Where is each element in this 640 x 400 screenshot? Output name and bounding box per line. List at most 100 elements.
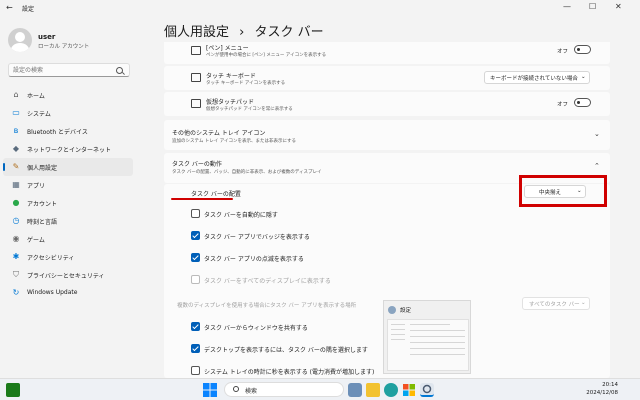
breadcrumb-separator: › <box>239 25 245 40</box>
option-checkbox[interactable] <box>191 231 200 240</box>
pen-menu-row: [ペン] メニュー ペンが使用中の場合に [ペン] メニュー アイコンを表示する… <box>164 42 610 64</box>
sidebar-item[interactable]: ▭ システム <box>3 104 133 122</box>
touch-keyboard-row: タッチ キーボード タッチ キーボード アイコンを表示する キーボードが接続され… <box>164 66 610 90</box>
chevron-up-icon: ⌃ <box>594 162 600 170</box>
window-title: 設定 <box>22 6 35 13</box>
pen-menu-state: オフ <box>557 49 569 55</box>
avatar[interactable] <box>8 28 32 52</box>
chevron-down-icon: ⌄ <box>594 130 600 138</box>
task-view-icon[interactable] <box>348 383 362 397</box>
maximize-icon[interactable]: ☐ <box>589 2 596 11</box>
touch-keyboard-dropdown[interactable]: キーボードが接続されていない場合 ⌄ <box>484 71 590 84</box>
sidebar-item-label: Windows Update <box>27 289 78 296</box>
search-icon <box>233 386 239 392</box>
virtual-touchpad-title: 仮想タッチパッド <box>206 99 255 106</box>
virtual-touchpad-toggle[interactable] <box>574 98 591 107</box>
touchpad-icon <box>191 99 201 108</box>
bluetooth-icon: ʙ <box>13 126 19 135</box>
sidebar-item-label: 個人用設定 <box>27 165 58 172</box>
sidebar-item-label: アプリ <box>27 183 46 190</box>
apps-icon: ▦ <box>12 180 20 189</box>
option-checkbox[interactable] <box>191 322 200 331</box>
sidebar-item[interactable]: ✱ アクセシビリティ <box>3 248 133 266</box>
minimize-icon[interactable]: — <box>563 2 571 11</box>
sidebar-item[interactable]: ↻ Windows Update <box>3 284 133 302</box>
search-icon[interactable] <box>116 67 123 74</box>
user-name: user <box>38 33 56 41</box>
option-checkbox[interactable] <box>191 275 200 284</box>
back-arrow-icon[interactable]: ← <box>6 3 13 12</box>
taskbar-search-label: 検索 <box>245 388 258 395</box>
option-checkbox[interactable] <box>191 344 200 353</box>
widgets-icon[interactable] <box>6 383 20 397</box>
behaviors-title: タスク バーの動作 <box>172 161 222 168</box>
title-bar: ← 設定 — ☐ ✕ <box>0 0 640 16</box>
file-explorer-icon[interactable] <box>366 383 380 397</box>
sidebar-nav: ⌂ ホーム ▭ システム ʙ Bluetooth とデバイス ◆ ネットワークとインターネット… <box>3 86 133 302</box>
sidebar-item-label: Bluetooth とデバイス <box>27 129 88 136</box>
preview-title: 設定 <box>400 308 412 314</box>
sidebar-item[interactable]: ⛉ プライバシーとセキュリティ <box>3 266 133 284</box>
other-tray-subtitle: 追加のシステム トレイ アイコンを表示、または非表示にする <box>172 139 297 144</box>
taskbar-search[interactable]: 検索 <box>224 382 344 397</box>
sidebar-item[interactable]: ʙ Bluetooth とデバイス <box>3 122 133 140</box>
touch-keyboard-subtitle: タッチ キーボード アイコンを表示する <box>206 81 286 86</box>
game-icon: ◉ <box>12 234 20 243</box>
highlight-underline <box>171 198 233 200</box>
option-label: タスク バーを自動的に隠す <box>204 212 278 219</box>
virtual-touchpad-row: 仮想タッチパッド 仮想タッチパッド アイコンを常に表示する オフ <box>164 92 610 116</box>
account-icon: ● <box>12 198 20 207</box>
sidebar-item-label: プライバシーとセキュリティ <box>27 273 105 280</box>
sidebar-item[interactable]: ⌂ ホーム <box>3 86 133 104</box>
window-thumbnail-preview[interactable]: 設定 <box>383 300 471 374</box>
other-tray-icons-header[interactable]: その他のシステム トレイ アイコン 追加のシステム トレイ アイコンを表示、また… <box>164 120 610 150</box>
clock-date[interactable]: 2024/12/08 <box>574 390 618 396</box>
close-icon[interactable]: ✕ <box>615 2 622 11</box>
keyboard-icon <box>191 73 201 82</box>
option-label: タスク バーをすべてのディスプレイに表示する <box>204 278 331 285</box>
page-title: 個人用設定 › タスク バー <box>164 21 324 40</box>
breadcrumb-parent[interactable]: 個人用設定 <box>164 25 229 40</box>
option-checkbox[interactable] <box>191 366 200 375</box>
sidebar-item[interactable]: ● アカウント <box>3 194 133 212</box>
store-icon[interactable] <box>402 383 416 397</box>
clock-icon: ◷ <box>12 216 20 225</box>
option-label: タスク バー アプリでバッジを表示する <box>204 234 310 241</box>
virtual-touchpad-state: オフ <box>557 102 569 108</box>
clock-time[interactable]: 20:14 <box>574 382 618 388</box>
sidebar-item-label: ゲーム <box>27 237 45 244</box>
edge-icon[interactable] <box>384 383 398 397</box>
preview-thumbnail <box>387 319 469 371</box>
settings-icon <box>388 306 396 314</box>
monitor-icon: ▭ <box>12 108 20 117</box>
update-icon: ↻ <box>12 288 20 297</box>
sidebar-item[interactable]: ▦ アプリ <box>3 176 133 194</box>
other-tray-title: その他のシステム トレイ アイコン <box>172 130 266 137</box>
sidebar-item[interactable]: ✎ 個人用設定 <box>3 158 133 176</box>
sidebar-item-label: ホーム <box>27 93 45 100</box>
alignment-label: タスク バーの配置 <box>191 191 241 198</box>
multi-display-dropdown[interactable]: すべてのタスク バー ⌄ <box>522 297 590 310</box>
accessibility-icon: ✱ <box>12 252 20 261</box>
sidebar-item-label: アクセシビリティ <box>27 255 75 262</box>
option-label: システム トレイの時計に秒を表示する (電力消費が増加します) <box>204 369 375 376</box>
sidebar-item[interactable]: ◷ 時刻と言語 <box>3 212 133 230</box>
chevron-down-icon: ⌄ <box>581 74 586 80</box>
sidebar-item-label: システム <box>27 111 51 118</box>
sidebar-item[interactable]: ◉ ゲーム <box>3 230 133 248</box>
sidebar-item[interactable]: ◆ ネットワークとインターネット <box>3 140 133 158</box>
pen-icon <box>191 46 201 55</box>
network-icon: ◆ <box>12 144 20 153</box>
pen-icon: ✎ <box>12 162 20 171</box>
pen-menu-toggle[interactable] <box>574 45 591 54</box>
shield-icon: ⛉ <box>13 270 19 279</box>
settings-search[interactable] <box>8 63 130 77</box>
start-icon[interactable] <box>203 383 217 397</box>
breadcrumb-current: タスク バー <box>254 25 324 40</box>
pen-menu-subtitle: ペンが使用中の場合に [ペン] メニュー アイコンを表示する <box>206 53 327 58</box>
search-input[interactable] <box>13 65 113 76</box>
option-checkbox[interactable] <box>191 209 200 218</box>
virtual-touchpad-subtitle: 仮想タッチパッド アイコンを常に表示する <box>206 107 293 112</box>
option-checkbox[interactable] <box>191 253 200 262</box>
settings-app-icon[interactable] <box>420 383 434 397</box>
